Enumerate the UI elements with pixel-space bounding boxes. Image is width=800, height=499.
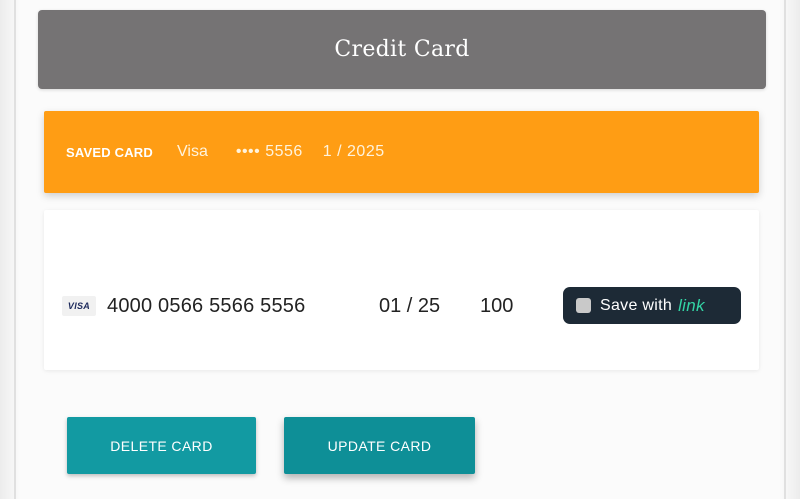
credit-card-page: Credit Card SAVED CARD Visa •••• 5556 1 … [0,0,800,499]
card-cvc-input[interactable]: 100 [480,295,513,318]
update-card-button[interactable]: UPDATE CARD [284,417,475,474]
right-divider [784,0,786,499]
save-with-link-toggle[interactable]: Save with link [563,287,741,324]
header-bar: Credit Card [38,10,766,89]
save-with-label: Save with [600,296,673,314]
card-input-row: VISA 4000 0566 5566 5556 01 / 25 100 Sav… [44,210,759,370]
card-number-input[interactable]: 4000 0566 5566 5556 [107,295,305,318]
delete-card-button[interactable]: DELETE CARD [67,417,256,474]
left-divider [14,0,16,499]
saved-card-option[interactable]: SAVED CARD Visa •••• 5556 1 / 2025 [44,111,759,193]
page-title: Credit Card [334,37,470,62]
saved-card-number: •••• 5556 [235,143,303,160]
visa-icon: VISA [62,296,96,316]
link-logo: link [678,295,705,315]
saved-card-brand: Visa [177,143,208,160]
card-entry-form: VISA 4000 0566 5566 5556 01 / 25 100 Sav… [44,210,759,370]
saved-card-expiry: 1 / 2025 [322,143,385,160]
checkbox-icon[interactable] [576,298,591,313]
card-expiry-input[interactable]: 01 / 25 [379,295,440,318]
saved-card-label: SAVED CARD [66,144,153,160]
